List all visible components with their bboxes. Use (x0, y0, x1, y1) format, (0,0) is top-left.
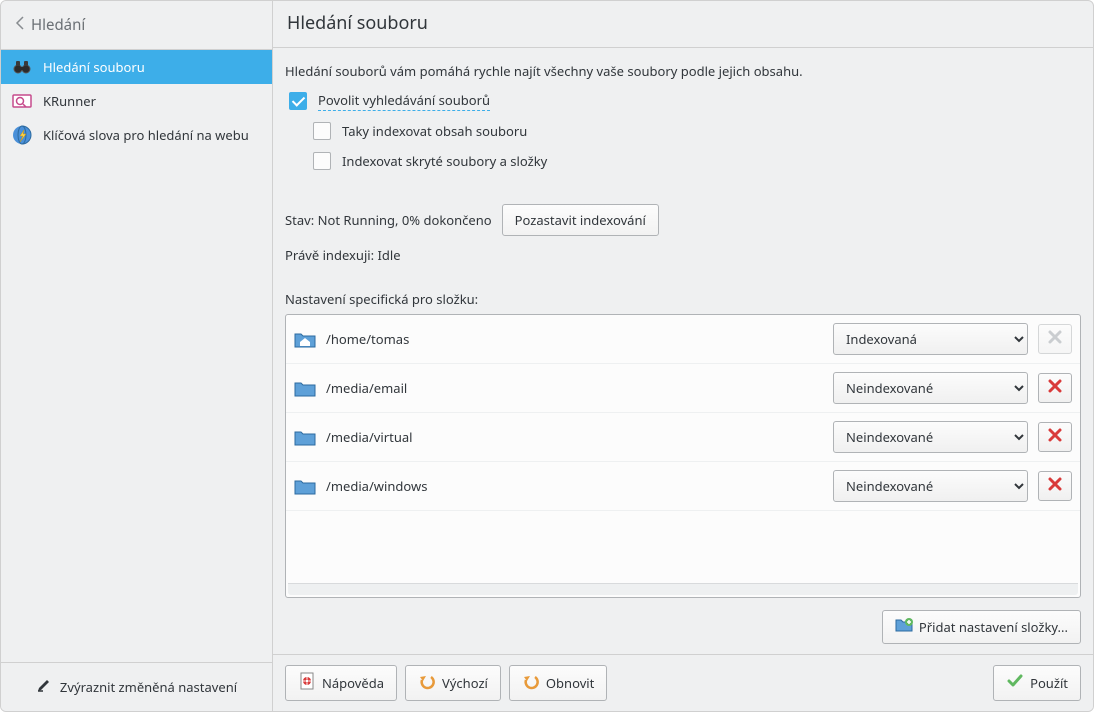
close-icon (1047, 328, 1063, 350)
index-content-label[interactable]: Taky indexovat obsah souboru (342, 122, 527, 140)
folder-icon (294, 477, 316, 495)
defaults-button[interactable]: Výchozí (405, 665, 501, 701)
index-content-checkbox[interactable] (313, 122, 331, 140)
folder-path: /media/virtual (326, 428, 823, 446)
sidebar-list: Hledání souboru KRunner Klíčová slova pr… (1, 50, 272, 662)
chevron-left-icon (15, 13, 25, 37)
description: Hledání souborů vám pomáhá rychle najít … (285, 62, 1081, 80)
folder-panel: /home/tomas IndexovanáNeindexované/media/… (285, 314, 1081, 598)
settings-window: Hledání Hledání souboru KRunner Klíčová … (0, 0, 1094, 712)
content: Hledání souborů vám pomáhá rychle najít … (273, 48, 1093, 654)
currently-indexing: Právě indexuji: Idle (285, 246, 1081, 264)
add-folder-row: Přidat nastavení složky... (285, 610, 1081, 644)
apply-button[interactable]: Použít (993, 665, 1081, 701)
close-icon (1047, 475, 1063, 497)
folder-table[interactable]: /home/tomas IndexovanáNeindexované/media/… (286, 315, 1080, 581)
index-mode-select[interactable]: IndexovanáNeindexované (833, 421, 1028, 453)
highlight-changed-settings[interactable]: Zvýraznit změněná nastavení (1, 662, 272, 711)
status-row: Stav: Not Running, 0% dokončeno Pozastav… (285, 204, 1081, 236)
close-icon (1047, 426, 1063, 448)
folder-add-icon (895, 617, 913, 637)
index-hidden-label[interactable]: Indexovat skryté soubory a složky (342, 152, 547, 170)
remove-folder-button[interactable] (1038, 471, 1072, 501)
sidebar-item-label: KRunner (43, 92, 96, 110)
close-icon (1047, 377, 1063, 399)
folder-path: /home/tomas (326, 330, 823, 348)
sidebar-item-krunner[interactable]: KRunner (1, 84, 272, 118)
folder-row: /media/windows IndexovanáNeindexované (286, 462, 1080, 511)
folder-row: /media/email IndexovanáNeindexované (286, 364, 1080, 413)
search-box-icon (11, 90, 33, 112)
folder-path: /media/windows (326, 477, 823, 495)
folder-row: /home/tomas IndexovanáNeindexované (286, 315, 1080, 364)
status-text: Stav: Not Running, 0% dokončeno (285, 211, 492, 229)
sidebar-item-label: Hledání souboru (43, 58, 145, 76)
sidebar: Hledání Hledání souboru KRunner Klíčová … (1, 1, 273, 711)
sidebar-back-label: Hledání (31, 15, 85, 35)
index-mode-select[interactable]: IndexovanáNeindexované (833, 372, 1028, 404)
check-icon (1006, 672, 1024, 694)
remove-folder-button (1038, 324, 1072, 354)
add-folder-button[interactable]: Přidat nastavení složky... (882, 610, 1081, 644)
enable-search-row: Povolit vyhledávání souborů (285, 86, 1081, 116)
home-folder-icon (294, 330, 316, 348)
index-hidden-row: Indexovat skryté soubory a složky (309, 146, 1081, 176)
remove-folder-button[interactable] (1038, 373, 1072, 403)
help-icon (298, 672, 316, 694)
undo-icon (418, 672, 436, 694)
binoculars-icon (11, 56, 33, 78)
folder-icon (294, 428, 316, 446)
folder-icon (294, 379, 316, 397)
reset-button[interactable]: Obnovit (509, 665, 607, 701)
index-content-row: Taky indexovat obsah souboru (309, 116, 1081, 146)
footer: Nápověda Výchozí Obnovit Použít (273, 654, 1093, 711)
highlight-label: Zvýraznit změněná nastavení (60, 678, 237, 696)
page-title: Hledání souboru (273, 1, 1093, 48)
horizontal-scrollbar[interactable] (288, 583, 1078, 595)
help-button[interactable]: Nápověda (285, 665, 397, 701)
index-mode-select[interactable]: IndexovanáNeindexované (833, 323, 1028, 355)
enable-search-label[interactable]: Povolit vyhledávání souborů (318, 91, 490, 111)
pencil-icon (36, 677, 52, 697)
main-panel: Hledání souboru Hledání souborů vám pomá… (273, 1, 1093, 711)
enable-search-checkbox[interactable] (289, 92, 307, 110)
globe-lightning-icon (11, 124, 33, 146)
remove-folder-button[interactable] (1038, 422, 1072, 452)
folder-row: /media/virtual IndexovanáNeindexované (286, 413, 1080, 462)
sidebar-back[interactable]: Hledání (1, 1, 272, 50)
undo-icon (522, 672, 540, 694)
pause-indexing-button[interactable]: Pozastavit indexování (502, 204, 659, 236)
sidebar-item-file-search[interactable]: Hledání souboru (1, 50, 272, 84)
sidebar-item-label: Klíčová slova pro hledání na webu (43, 126, 249, 144)
index-hidden-checkbox[interactable] (313, 152, 331, 170)
sidebar-item-web-keywords[interactable]: Klíčová slova pro hledání na webu (1, 118, 272, 152)
folder-path: /media/email (326, 379, 823, 397)
folder-settings-label: Nastavení specifická pro složku: (285, 290, 1081, 308)
index-mode-select[interactable]: IndexovanáNeindexované (833, 470, 1028, 502)
